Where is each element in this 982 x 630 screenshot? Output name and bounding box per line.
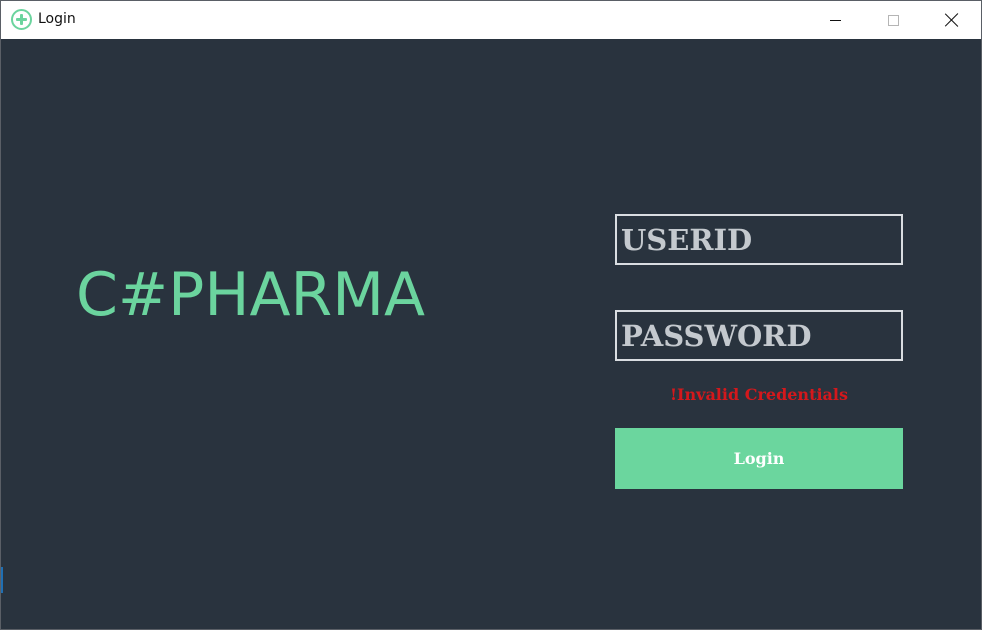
minimize-icon — [829, 19, 841, 21]
focus-indicator — [1, 567, 3, 593]
maximize-button[interactable] — [864, 1, 922, 39]
login-panel: C#PHARMA !Invalid Credentials Login — [1, 39, 981, 629]
userid-field-box — [615, 214, 903, 265]
login-window: Login C#PHARMA !Invalid Credentials Logi… — [0, 0, 982, 630]
brand-title: C#PHARMA — [76, 260, 426, 330]
password-field-box — [615, 310, 903, 361]
close-button[interactable] — [923, 1, 981, 39]
userid-input[interactable] — [621, 216, 901, 263]
password-input[interactable] — [621, 312, 901, 359]
plus-circle-icon — [11, 9, 32, 30]
login-button[interactable]: Login — [615, 428, 903, 489]
close-icon — [945, 13, 959, 27]
maximize-icon — [887, 14, 899, 26]
window-title: Login — [38, 11, 76, 27]
title-bar[interactable]: Login — [1, 1, 981, 39]
minimize-button[interactable] — [806, 1, 864, 39]
error-message: !Invalid Credentials — [670, 385, 848, 404]
